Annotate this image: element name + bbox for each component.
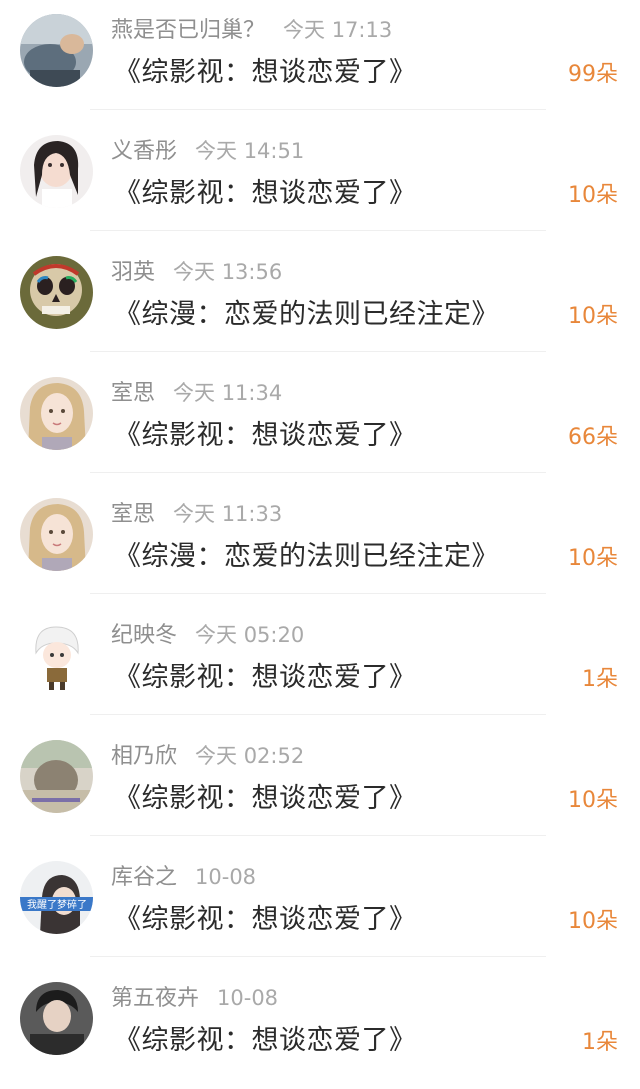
list-item[interactable]: 义香彤 今天 14:51 《综影视：想谈恋爱了》 10朵 <box>0 121 640 242</box>
divider <box>90 230 546 231</box>
list-item[interactable]: 纪映冬 今天 05:20 《综影视：想谈恋爱了》 1朵 <box>0 605 640 726</box>
book-title[interactable]: 《综漫：恋爱的法则已经注定》 <box>114 534 499 573</box>
divider <box>90 593 546 594</box>
user-name: 义香彤 今天 14:51 <box>111 139 305 164</box>
timestamp: 今天 13:56 <box>173 260 283 284</box>
user-name: 库谷之 10-08 <box>111 865 257 890</box>
timestamp: 今天 14:51 <box>195 139 305 163</box>
book-title[interactable]: 《综影视：想谈恋爱了》 <box>114 413 417 452</box>
book-title[interactable]: 《综影视：想谈恋爱了》 <box>114 1018 417 1057</box>
timestamp: 今天 05:20 <box>195 623 305 647</box>
list-item[interactable]: 室思 今天 11:34 《综影视：想谈恋爱了》 66朵 <box>0 363 640 484</box>
divider <box>90 835 546 836</box>
book-title[interactable]: 《综影视：想谈恋爱了》 <box>114 171 417 210</box>
book-title[interactable]: 《综漫：恋爱的法则已经注定》 <box>114 292 499 331</box>
timestamp: 10-08 <box>217 986 279 1010</box>
timestamp: 今天 17:13 <box>283 18 393 42</box>
flower-count: 1朵 <box>582 1030 618 1055</box>
avatar[interactable]: 我醒了梦碎了 <box>20 861 93 934</box>
divider <box>90 351 546 352</box>
avatar[interactable] <box>20 740 93 813</box>
list-item[interactable]: 相乃欣 今天 02:52 《综影视：想谈恋爱了》 10朵 <box>0 726 640 847</box>
list-item[interactable]: 第五夜卉 10-08 《综影视：想谈恋爱了》 1朵 <box>0 968 640 1089</box>
divider <box>90 109 546 110</box>
timestamp: 今天 02:52 <box>195 744 305 768</box>
list-item[interactable]: 室思 今天 11:33 《综漫：恋爱的法则已经注定》 10朵 <box>0 484 640 605</box>
book-title[interactable]: 《综影视：想谈恋爱了》 <box>114 50 417 89</box>
gift-record-list: 燕是否已归巢？ 今天 17:13 《综影视：想谈恋爱了》 99朵 义香彤 今天 14… <box>0 0 640 1072</box>
list-item[interactable]: 羽英 今天 13:56 《综漫：恋爱的法则已经注定》 10朵 <box>0 242 640 363</box>
avatar[interactable] <box>20 256 93 329</box>
avatar[interactable] <box>20 135 93 208</box>
flower-count: 66朵 <box>568 425 618 450</box>
avatar-caption: 我醒了梦碎了 <box>27 898 87 911</box>
flower-count: 10朵 <box>568 788 618 813</box>
avatar[interactable] <box>20 377 93 450</box>
user-name: 室思 今天 11:33 <box>111 502 283 527</box>
book-title[interactable]: 《综影视：想谈恋爱了》 <box>114 655 417 694</box>
user-name: 相乃欣 今天 02:52 <box>111 744 305 769</box>
book-title[interactable]: 《综影视：想谈恋爱了》 <box>114 776 417 815</box>
avatar[interactable] <box>20 14 93 87</box>
flower-count: 10朵 <box>568 183 618 208</box>
flower-count: 10朵 <box>568 909 618 934</box>
avatar[interactable] <box>20 498 93 571</box>
flower-count: 10朵 <box>568 546 618 571</box>
list-item[interactable]: 燕是否已归巢？ 今天 17:13 《综影视：想谈恋爱了》 99朵 <box>0 0 640 121</box>
divider <box>90 714 546 715</box>
list-item[interactable]: 我醒了梦碎了 库谷之 10-08 《综影视：想谈恋爱了》 10朵 <box>0 847 640 968</box>
timestamp: 今天 11:34 <box>173 381 283 405</box>
user-name: 燕是否已归巢？ 今天 17:13 <box>111 18 393 43</box>
timestamp: 10-08 <box>195 865 257 889</box>
flower-count: 10朵 <box>568 304 618 329</box>
divider <box>90 472 546 473</box>
timestamp: 今天 11:33 <box>173 502 283 526</box>
flower-count: 1朵 <box>582 667 618 692</box>
avatar[interactable] <box>20 982 93 1055</box>
user-name: 室思 今天 11:34 <box>111 381 283 406</box>
divider <box>90 956 546 957</box>
book-title[interactable]: 《综影视：想谈恋爱了》 <box>114 897 417 936</box>
user-name: 羽英 今天 13:56 <box>111 260 283 285</box>
user-name: 纪映冬 今天 05:20 <box>111 623 305 648</box>
flower-count: 99朵 <box>568 62 618 87</box>
avatar[interactable] <box>20 619 93 692</box>
user-name: 第五夜卉 10-08 <box>111 986 279 1011</box>
